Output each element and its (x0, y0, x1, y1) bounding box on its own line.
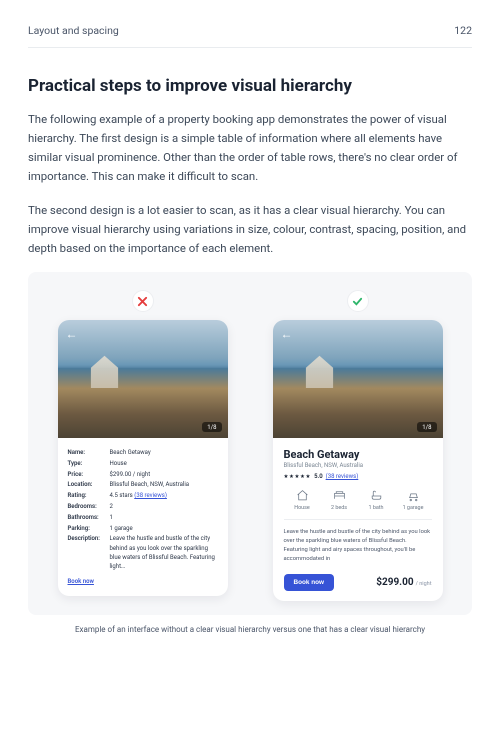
field-label: Bathrooms: (68, 513, 110, 522)
field-value: House (110, 459, 218, 468)
reviews-link[interactable]: (38 reviews) (326, 473, 359, 480)
book-now-button[interactable]: Book now (284, 574, 335, 591)
field-label: Price: (68, 470, 110, 479)
phone-mock-good: ← 1/8 Beach Getaway Blissful Beach, NSW,… (273, 320, 443, 601)
amenity-label: 2 beds (331, 505, 347, 511)
field-value: Blissful Beach, NSW, Australia (110, 480, 218, 489)
check-icon (347, 290, 369, 312)
amenity-house: House (284, 489, 321, 511)
field-value: Beach Getaway (110, 448, 218, 457)
amenities-row: House 2 beds 1 bath 1 garage (284, 489, 432, 520)
paragraph-2: The second design is a lot easier to sca… (28, 201, 472, 258)
amenity-label: House (294, 505, 310, 511)
figure-caption: Example of an interface without a clear … (28, 625, 472, 634)
back-arrow-icon[interactable]: ← (281, 327, 293, 341)
section-title: Practical steps to improve visual hierar… (28, 76, 472, 96)
rating-line: ★★★★★ 5.0 (38 reviews) (284, 473, 432, 480)
car-icon (407, 489, 420, 502)
reviews-link[interactable]: (38 reviews) (134, 492, 167, 499)
field-value: Leave the hustle and bustle of the city … (110, 534, 218, 571)
field-value: $299.00 / night (110, 470, 218, 479)
amenity-label: 1 bath (368, 505, 383, 511)
bath-icon (370, 489, 383, 502)
field-value: 2 (110, 502, 218, 511)
amenity-garage: 1 garage (395, 489, 432, 511)
chapter-label: Layout and spacing (28, 24, 119, 37)
bed-icon (333, 489, 346, 502)
field-label: Rating: (68, 491, 110, 500)
photo-counter: 1/8 (417, 422, 436, 432)
field-label: Parking: (68, 524, 110, 533)
field-value: 1 (110, 513, 218, 522)
phone-mock-bad: ← 1/8 Name:Beach Getaway Type:House Pric… (58, 320, 228, 596)
amenity-label: 1 garage (403, 505, 424, 511)
paragraph-1: The following example of a property book… (28, 110, 472, 187)
field-label: Bedrooms: (68, 502, 110, 511)
listing-details-table: Name:Beach Getaway Type:House Price:$299… (58, 438, 228, 596)
field-value: 4.5 stars (38 reviews) (110, 491, 218, 500)
example-good-column: ← 1/8 Beach Getaway Blissful Beach, NSW,… (257, 290, 458, 601)
rating-value: 5.0 (314, 473, 323, 480)
field-label: Type: (68, 459, 110, 468)
house-icon (296, 489, 309, 502)
back-arrow-icon[interactable]: ← (66, 327, 78, 341)
star-icon: ★★★★★ (284, 474, 312, 480)
listing-photo: ← 1/8 (273, 320, 443, 438)
field-label: Location: (68, 480, 110, 489)
listing-description: Leave the hustle and bustle of the city … (284, 528, 432, 564)
page-header: Layout and spacing 122 (28, 24, 472, 48)
amenity-beds: 2 beds (321, 489, 358, 511)
price-amount: $299.00 (376, 577, 413, 588)
example-bad-column: ← 1/8 Name:Beach Getaway Type:House Pric… (42, 290, 243, 601)
example-panel: ← 1/8 Name:Beach Getaway Type:House Pric… (28, 272, 472, 615)
photo-counter: 1/8 (202, 422, 221, 432)
price-unit: / night (416, 581, 432, 587)
listing-location: Blissful Beach, NSW, Australia (284, 462, 432, 469)
listing-title: Beach Getaway (284, 448, 432, 461)
book-now-link[interactable]: Book now (68, 577, 94, 586)
field-label: Name: (68, 448, 110, 457)
price: $299.00/ night (376, 577, 431, 588)
listing-photo: ← 1/8 (58, 320, 228, 438)
amenity-bath: 1 bath (358, 489, 395, 511)
field-label: Description: (68, 534, 110, 571)
field-value: 1 garage (110, 524, 218, 533)
page-number: 122 (454, 24, 472, 37)
cross-icon (132, 290, 154, 312)
